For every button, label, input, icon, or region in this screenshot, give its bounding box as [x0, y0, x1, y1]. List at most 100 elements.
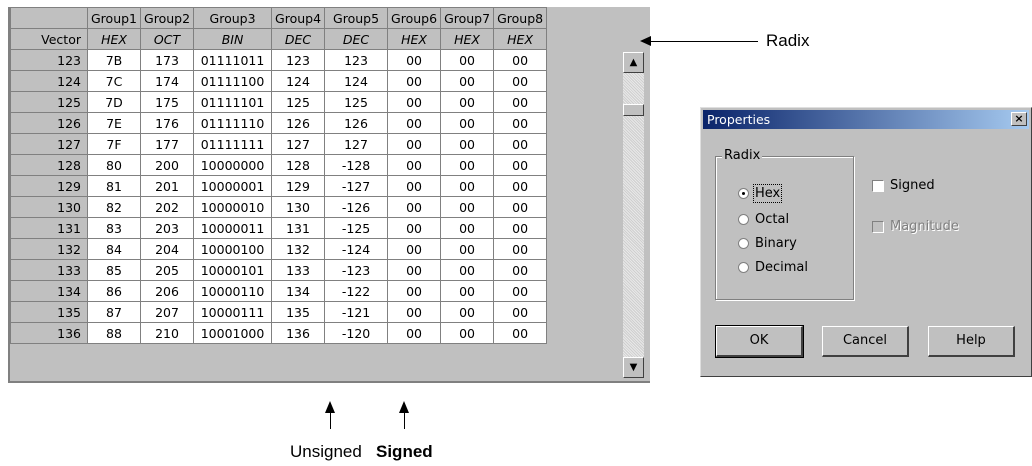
data-cell[interactable]: 10000101 [193, 259, 273, 281]
scroll-thumb[interactable] [623, 104, 644, 116]
data-cell[interactable]: 00 [493, 91, 548, 113]
data-cell[interactable]: 203 [140, 217, 195, 239]
vector-number-cell[interactable]: 127 [10, 133, 88, 155]
close-icon[interactable]: × [1011, 112, 1027, 126]
data-cell[interactable]: 00 [440, 322, 495, 344]
data-cell[interactable]: 00 [493, 280, 548, 302]
radix-header[interactable]: HEX [387, 28, 442, 50]
data-cell[interactable]: 00 [493, 301, 548, 323]
data-cell[interactable]: 174 [140, 70, 195, 92]
data-cell[interactable]: 7E [86, 112, 142, 134]
vector-number-cell[interactable]: 128 [10, 154, 88, 176]
radix-header[interactable]: DEC [324, 28, 389, 50]
data-cell[interactable]: 7C [86, 70, 142, 92]
data-cell[interactable]: 124 [271, 70, 326, 92]
data-cell[interactable]: -128 [324, 154, 389, 176]
data-cell[interactable]: 00 [493, 259, 548, 281]
group-header[interactable]: Group2 [140, 7, 195, 29]
data-cell[interactable]: 01111110 [193, 112, 273, 134]
data-cell[interactable]: 00 [387, 91, 442, 113]
table-row[interactable]: 124 7C 174 01111100 124 124 00 00 00 [10, 70, 587, 92]
radix-header[interactable]: DEC [271, 28, 326, 50]
data-cell[interactable]: -124 [324, 238, 389, 260]
data-cell[interactable]: 200 [140, 154, 195, 176]
radio-icon[interactable] [738, 214, 749, 225]
radio-icon[interactable] [738, 262, 749, 273]
data-cell[interactable]: 83 [86, 217, 142, 239]
vector-number-cell[interactable]: 135 [10, 301, 88, 323]
data-cell[interactable]: 00 [493, 175, 548, 197]
data-cell[interactable]: 81 [86, 175, 142, 197]
data-cell[interactable]: 7D [86, 91, 142, 113]
data-cell[interactable]: 133 [271, 259, 326, 281]
table-row[interactable]: 132 84 204 10000100 132 -124 00 00 00 [10, 238, 587, 260]
data-cell[interactable]: 10000010 [193, 196, 273, 218]
data-cell[interactable]: 80 [86, 154, 142, 176]
data-cell[interactable]: 204 [140, 238, 195, 260]
dialog-titlebar[interactable]: Properties × [703, 110, 1029, 129]
data-cell[interactable]: 00 [387, 49, 442, 71]
group-header[interactable]: Group5 [324, 7, 389, 29]
signed-checkbox[interactable]: Signed [872, 178, 935, 193]
data-cell[interactable]: 00 [493, 322, 548, 344]
data-cell[interactable]: 00 [387, 175, 442, 197]
radio-selected-icon[interactable] [738, 188, 749, 199]
radio-hex[interactable]: Hex [738, 184, 783, 203]
group-header[interactable]: Group3 [193, 7, 273, 29]
checkbox-icon[interactable] [872, 179, 884, 192]
table-row[interactable]: 135 87 207 10000111 135 -121 00 00 00 [10, 301, 587, 323]
table-row[interactable]: 127 7F 177 01111111 127 127 00 00 00 [10, 133, 587, 155]
table-row[interactable]: 134 86 206 10000110 134 -122 00 00 00 [10, 280, 587, 302]
data-cell[interactable]: 126 [271, 112, 326, 134]
data-cell[interactable]: 00 [387, 280, 442, 302]
data-cell[interactable]: 175 [140, 91, 195, 113]
data-cell[interactable]: 125 [271, 91, 326, 113]
data-cell[interactable]: 10000011 [193, 217, 273, 239]
data-cell[interactable]: 86 [86, 280, 142, 302]
data-cell[interactable]: 7B [86, 49, 142, 71]
data-cell[interactable]: 10000110 [193, 280, 273, 302]
data-cell[interactable]: 00 [493, 196, 548, 218]
data-cell[interactable]: 136 [271, 322, 326, 344]
data-cell[interactable]: 10001000 [193, 322, 273, 344]
help-button[interactable]: Help [928, 326, 1015, 357]
vector-number-cell[interactable]: 134 [10, 280, 88, 302]
cancel-button[interactable]: Cancel [822, 326, 909, 357]
data-cell[interactable]: 01111111 [193, 133, 273, 155]
table-row[interactable]: 128 80 200 10000000 128 -128 00 00 00 [10, 154, 587, 176]
group-header[interactable]: Group7 [440, 7, 495, 29]
vertical-scrollbar[interactable]: ▲ ▼ [623, 52, 644, 378]
data-cell[interactable]: 84 [86, 238, 142, 260]
data-cell[interactable]: 202 [140, 196, 195, 218]
data-cell[interactable]: 132 [271, 238, 326, 260]
data-cell[interactable]: 00 [387, 238, 442, 260]
data-cell[interactable]: 00 [440, 238, 495, 260]
data-cell[interactable]: 00 [387, 154, 442, 176]
data-cell[interactable]: 00 [493, 112, 548, 134]
data-cell[interactable]: 177 [140, 133, 195, 155]
data-cell[interactable]: 00 [440, 217, 495, 239]
data-cell[interactable]: 123 [324, 49, 389, 71]
vector-number-cell[interactable]: 124 [10, 70, 88, 92]
data-cell[interactable]: 00 [440, 91, 495, 113]
data-cell[interactable]: 135 [271, 301, 326, 323]
data-cell[interactable]: 00 [493, 133, 548, 155]
radio-octal[interactable]: Octal [738, 212, 789, 227]
vector-number-cell[interactable]: 130 [10, 196, 88, 218]
data-cell[interactable]: 00 [440, 259, 495, 281]
data-cell[interactable]: 176 [140, 112, 195, 134]
data-cell[interactable]: 173 [140, 49, 195, 71]
data-cell[interactable]: 00 [440, 301, 495, 323]
data-cell[interactable]: -127 [324, 175, 389, 197]
data-cell[interactable]: 207 [140, 301, 195, 323]
group-header[interactable]: Group4 [271, 7, 326, 29]
data-cell[interactable]: 124 [324, 70, 389, 92]
scroll-up-arrow-icon[interactable]: ▲ [623, 52, 644, 73]
radio-binary[interactable]: Binary [738, 236, 797, 251]
data-cell[interactable]: 00 [440, 280, 495, 302]
data-cell[interactable]: -125 [324, 217, 389, 239]
data-cell[interactable]: 131 [271, 217, 326, 239]
vector-number-cell[interactable]: 129 [10, 175, 88, 197]
vector-number-cell[interactable]: 136 [10, 322, 88, 344]
table-row[interactable]: 125 7D 175 01111101 125 125 00 00 00 [10, 91, 587, 113]
